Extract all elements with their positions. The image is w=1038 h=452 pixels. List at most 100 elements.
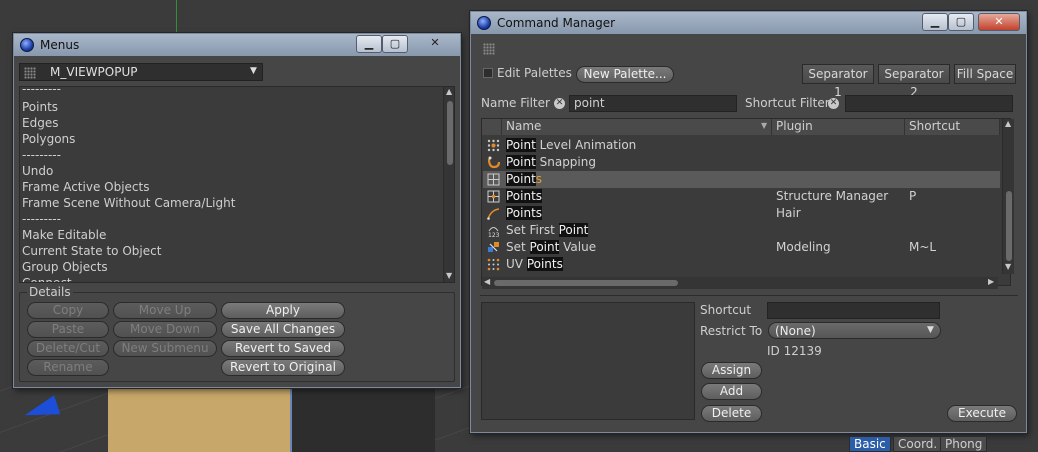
- menu-item[interactable]: Make Editable: [22, 228, 106, 242]
- column-header-name[interactable]: Name: [502, 119, 772, 135]
- new-submenu-button[interactable]: New Submenu: [113, 340, 217, 357]
- assign-button[interactable]: Assign: [701, 362, 762, 379]
- scroll-thumb[interactable]: [447, 101, 453, 165]
- revert-to-saved-button[interactable]: Revert to Saved: [221, 340, 345, 357]
- command-row[interactable]: 123 Set First Point: [483, 222, 1000, 239]
- revert-to-original-button[interactable]: Revert to Original: [221, 359, 345, 376]
- shortcut-input[interactable]: [767, 302, 940, 319]
- save-all-changes-button[interactable]: Save All Changes: [221, 321, 345, 338]
- menus-titlebar[interactable]: Menus ▁ ▢ ✕: [14, 34, 460, 56]
- scroll-thumb[interactable]: [1006, 191, 1012, 261]
- menu-item[interactable]: ---------: [22, 82, 61, 96]
- command-row[interactable]: UV Points: [483, 256, 1000, 273]
- delete-button[interactable]: Delete: [701, 405, 762, 422]
- viewport-object-face: [108, 385, 293, 452]
- command-list-horizontal-scrollbar[interactable]: ◀ ▶: [482, 277, 998, 289]
- scroll-down-arrow-icon[interactable]: ▼: [1005, 262, 1011, 271]
- row-name-suffix: s: [535, 172, 543, 186]
- shortcut-label: Shortcut: [700, 303, 752, 317]
- row-name-prefix: Set First: [506, 223, 559, 237]
- edit-palettes-label[interactable]: Edit Palettes: [497, 66, 572, 80]
- scroll-thumb[interactable]: [494, 280, 678, 286]
- fill-space-button[interactable]: Fill Space: [954, 64, 1016, 84]
- row-shortcut: M~L: [909, 240, 937, 254]
- scroll-left-arrow-icon[interactable]: ◀: [484, 277, 490, 286]
- row-name-highlight: Point: [529, 240, 560, 254]
- row-name-prefix: UV: [506, 257, 527, 271]
- close-button[interactable]: ✕: [422, 35, 448, 53]
- separator-1-button[interactable]: Separator 1: [802, 64, 874, 99]
- svg-text:123: 123: [488, 232, 500, 237]
- drag-grip-icon[interactable]: [483, 43, 495, 55]
- minimize-button[interactable]: ▁: [356, 35, 382, 53]
- copy-button[interactable]: Copy: [27, 302, 109, 319]
- command-row[interactable]: Point Snapping: [483, 154, 1000, 171]
- row-name-highlight: Points: [506, 206, 543, 220]
- menu-list-scrollbar[interactable]: ▲ ▼: [443, 87, 454, 282]
- close-button[interactable]: ✕: [978, 13, 1020, 31]
- column-header-icon[interactable]: [482, 119, 502, 135]
- edit-palettes-checkbox[interactable]: [483, 68, 493, 78]
- command-list-vertical-scrollbar[interactable]: ▲ ▼: [1002, 119, 1014, 274]
- new-palette-button[interactable]: New Palette...: [576, 66, 674, 83]
- delete-cut-button[interactable]: Delete/Cut: [27, 340, 109, 357]
- separator-2-button[interactable]: Separator 2: [878, 64, 950, 99]
- scroll-up-arrow-icon[interactable]: ▲: [446, 87, 452, 96]
- execute-button[interactable]: Execute: [947, 405, 1017, 422]
- rename-button[interactable]: Rename: [27, 359, 109, 376]
- command-row[interactable]: Points Structure Manager P: [483, 188, 1000, 205]
- command-manager-titlebar[interactable]: Command Manager ▁ ▢ ✕: [471, 12, 1026, 34]
- menu-item[interactable]: Undo: [22, 164, 53, 178]
- move-down-button[interactable]: Move Down: [113, 321, 217, 338]
- paste-button[interactable]: Paste: [27, 321, 109, 338]
- menu-item[interactable]: Frame Active Objects: [22, 180, 149, 194]
- tab-coord[interactable]: Coord.: [893, 436, 943, 452]
- menu-item[interactable]: Current State to Object: [22, 244, 161, 258]
- menu-item[interactable]: Frame Scene Without Camera/Light: [22, 196, 235, 210]
- scroll-up-arrow-icon[interactable]: ▲: [1005, 119, 1011, 128]
- dropdown-value: M_VIEWPOPUP: [50, 65, 138, 79]
- shortcut-filter-label: Shortcut Filter: [745, 96, 830, 110]
- menu-dropdown[interactable]: M_VIEWPOPUP ▼: [19, 63, 263, 81]
- tab-phong[interactable]: Phong: [940, 436, 988, 452]
- maximize-button[interactable]: ▢: [382, 35, 408, 53]
- tab-basic[interactable]: Basic: [849, 436, 891, 452]
- scroll-down-arrow-icon[interactable]: ▼: [446, 271, 452, 280]
- row-plugin: Structure Manager: [776, 189, 889, 203]
- menu-item[interactable]: Group Objects: [22, 260, 108, 274]
- clear-name-filter-icon[interactable]: ✕: [554, 98, 565, 109]
- grid-dots-icon: [487, 139, 500, 152]
- chevron-down-icon: ▼: [927, 325, 934, 335]
- divider: [480, 295, 1018, 296]
- command-row[interactable]: Set Point Value Modeling M~L: [483, 239, 1000, 256]
- scroll-right-arrow-icon[interactable]: ▶: [988, 277, 994, 286]
- column-header-shortcut[interactable]: Shortcut: [905, 119, 1000, 135]
- clear-shortcut-filter-icon[interactable]: ✕: [828, 98, 839, 109]
- row-name-suffix: Value: [559, 240, 597, 254]
- column-header-plugin[interactable]: Plugin: [772, 119, 905, 135]
- minimize-button[interactable]: ▁: [922, 13, 948, 31]
- menu-item[interactable]: Polygons: [22, 132, 75, 146]
- app-sphere-icon: [20, 38, 34, 52]
- menu-item[interactable]: Connect: [22, 276, 72, 282]
- row-plugin: Hair: [776, 206, 801, 220]
- restrict-to-dropdown[interactable]: (None) ▼: [768, 322, 941, 339]
- apply-button[interactable]: Apply: [221, 302, 345, 319]
- command-row-selected[interactable]: Points: [483, 171, 1000, 188]
- command-row[interactable]: Points Hair: [483, 205, 1000, 222]
- name-filter-input[interactable]: point: [569, 95, 737, 112]
- move-up-button[interactable]: Move Up: [113, 302, 217, 319]
- row-plugin: Modeling: [776, 240, 831, 254]
- menu-item[interactable]: ---------: [22, 148, 61, 162]
- drag-grip-icon[interactable]: [24, 67, 36, 79]
- snap-magnet-icon: [487, 156, 501, 169]
- command-row[interactable]: Point Level Animation: [483, 137, 1000, 154]
- menu-item[interactable]: Points: [22, 100, 58, 114]
- row-name-highlight: Point: [506, 138, 536, 152]
- menu-item[interactable]: Edges: [22, 116, 58, 130]
- add-button[interactable]: Add: [701, 383, 762, 400]
- shortcut-filter-input[interactable]: [845, 95, 1013, 112]
- maximize-button[interactable]: ▢: [948, 13, 974, 31]
- menu-item[interactable]: ---------: [22, 212, 61, 226]
- sort-indicator-icon: ▼: [761, 121, 768, 130]
